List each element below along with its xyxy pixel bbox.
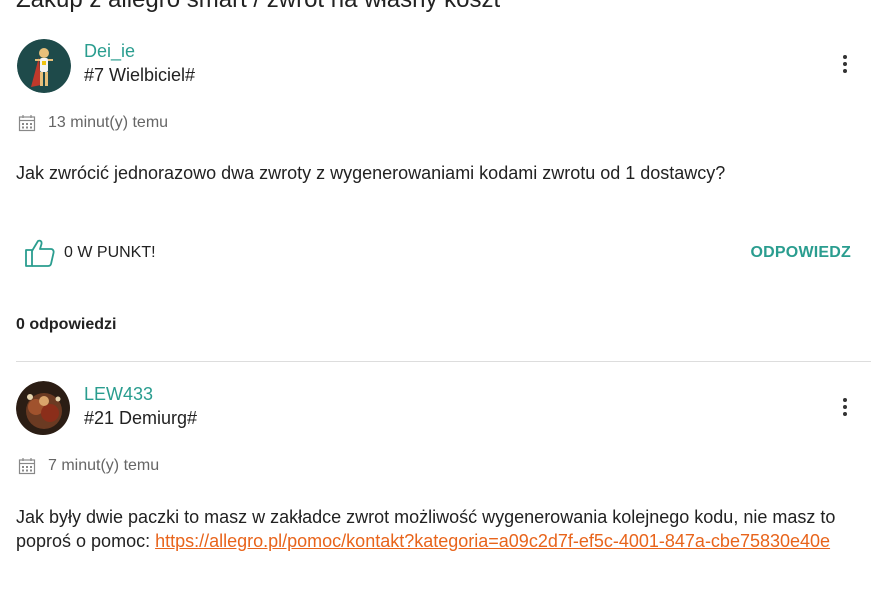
author-name[interactable]: LEW433 — [84, 384, 153, 405]
post-timestamp: 13 minut(y) temu — [18, 114, 168, 132]
more-vertical-icon[interactable] — [835, 50, 855, 78]
avatar-image — [17, 39, 71, 93]
author-rank: #21 Demiurg# — [84, 408, 198, 428]
more-vertical-icon[interactable] — [835, 393, 855, 421]
divider — [16, 361, 871, 362]
calendar-icon — [18, 458, 36, 475]
thread-title: Zakup z allegro smart / zwrot na własny … — [16, 0, 500, 14]
post-timestamp: 7 minut(y) temu — [18, 457, 159, 475]
avatar[interactable] — [17, 39, 71, 93]
like-button[interactable]: 0 W PUNKT! — [24, 238, 156, 268]
thumbs-up-icon[interactable] — [24, 238, 56, 268]
avatar-image — [16, 381, 70, 435]
post-body: Jak były dwie paczki to masz w zakładce … — [16, 505, 870, 553]
author-name[interactable]: Dei_ie — [84, 41, 135, 62]
timestamp-text: 13 minut(y) temu — [48, 114, 169, 131]
help-link[interactable]: https://allegro.pl/pomoc/kontakt?kategor… — [155, 531, 830, 551]
calendar-icon — [18, 115, 36, 132]
timestamp-text: 7 minut(y) temu — [48, 457, 160, 474]
post-body: Jak zwrócić jednorazowo dwa zwroty z wyg… — [16, 163, 726, 183]
reply-button[interactable]: ODPOWIEDZ — [751, 244, 851, 262]
answers-count: 0 odpowiedzi — [16, 316, 117, 333]
points-label: 0 W PUNKT! — [64, 244, 156, 261]
avatar[interactable] — [16, 381, 70, 435]
author-rank: #7 Wielbiciel# — [84, 65, 196, 85]
